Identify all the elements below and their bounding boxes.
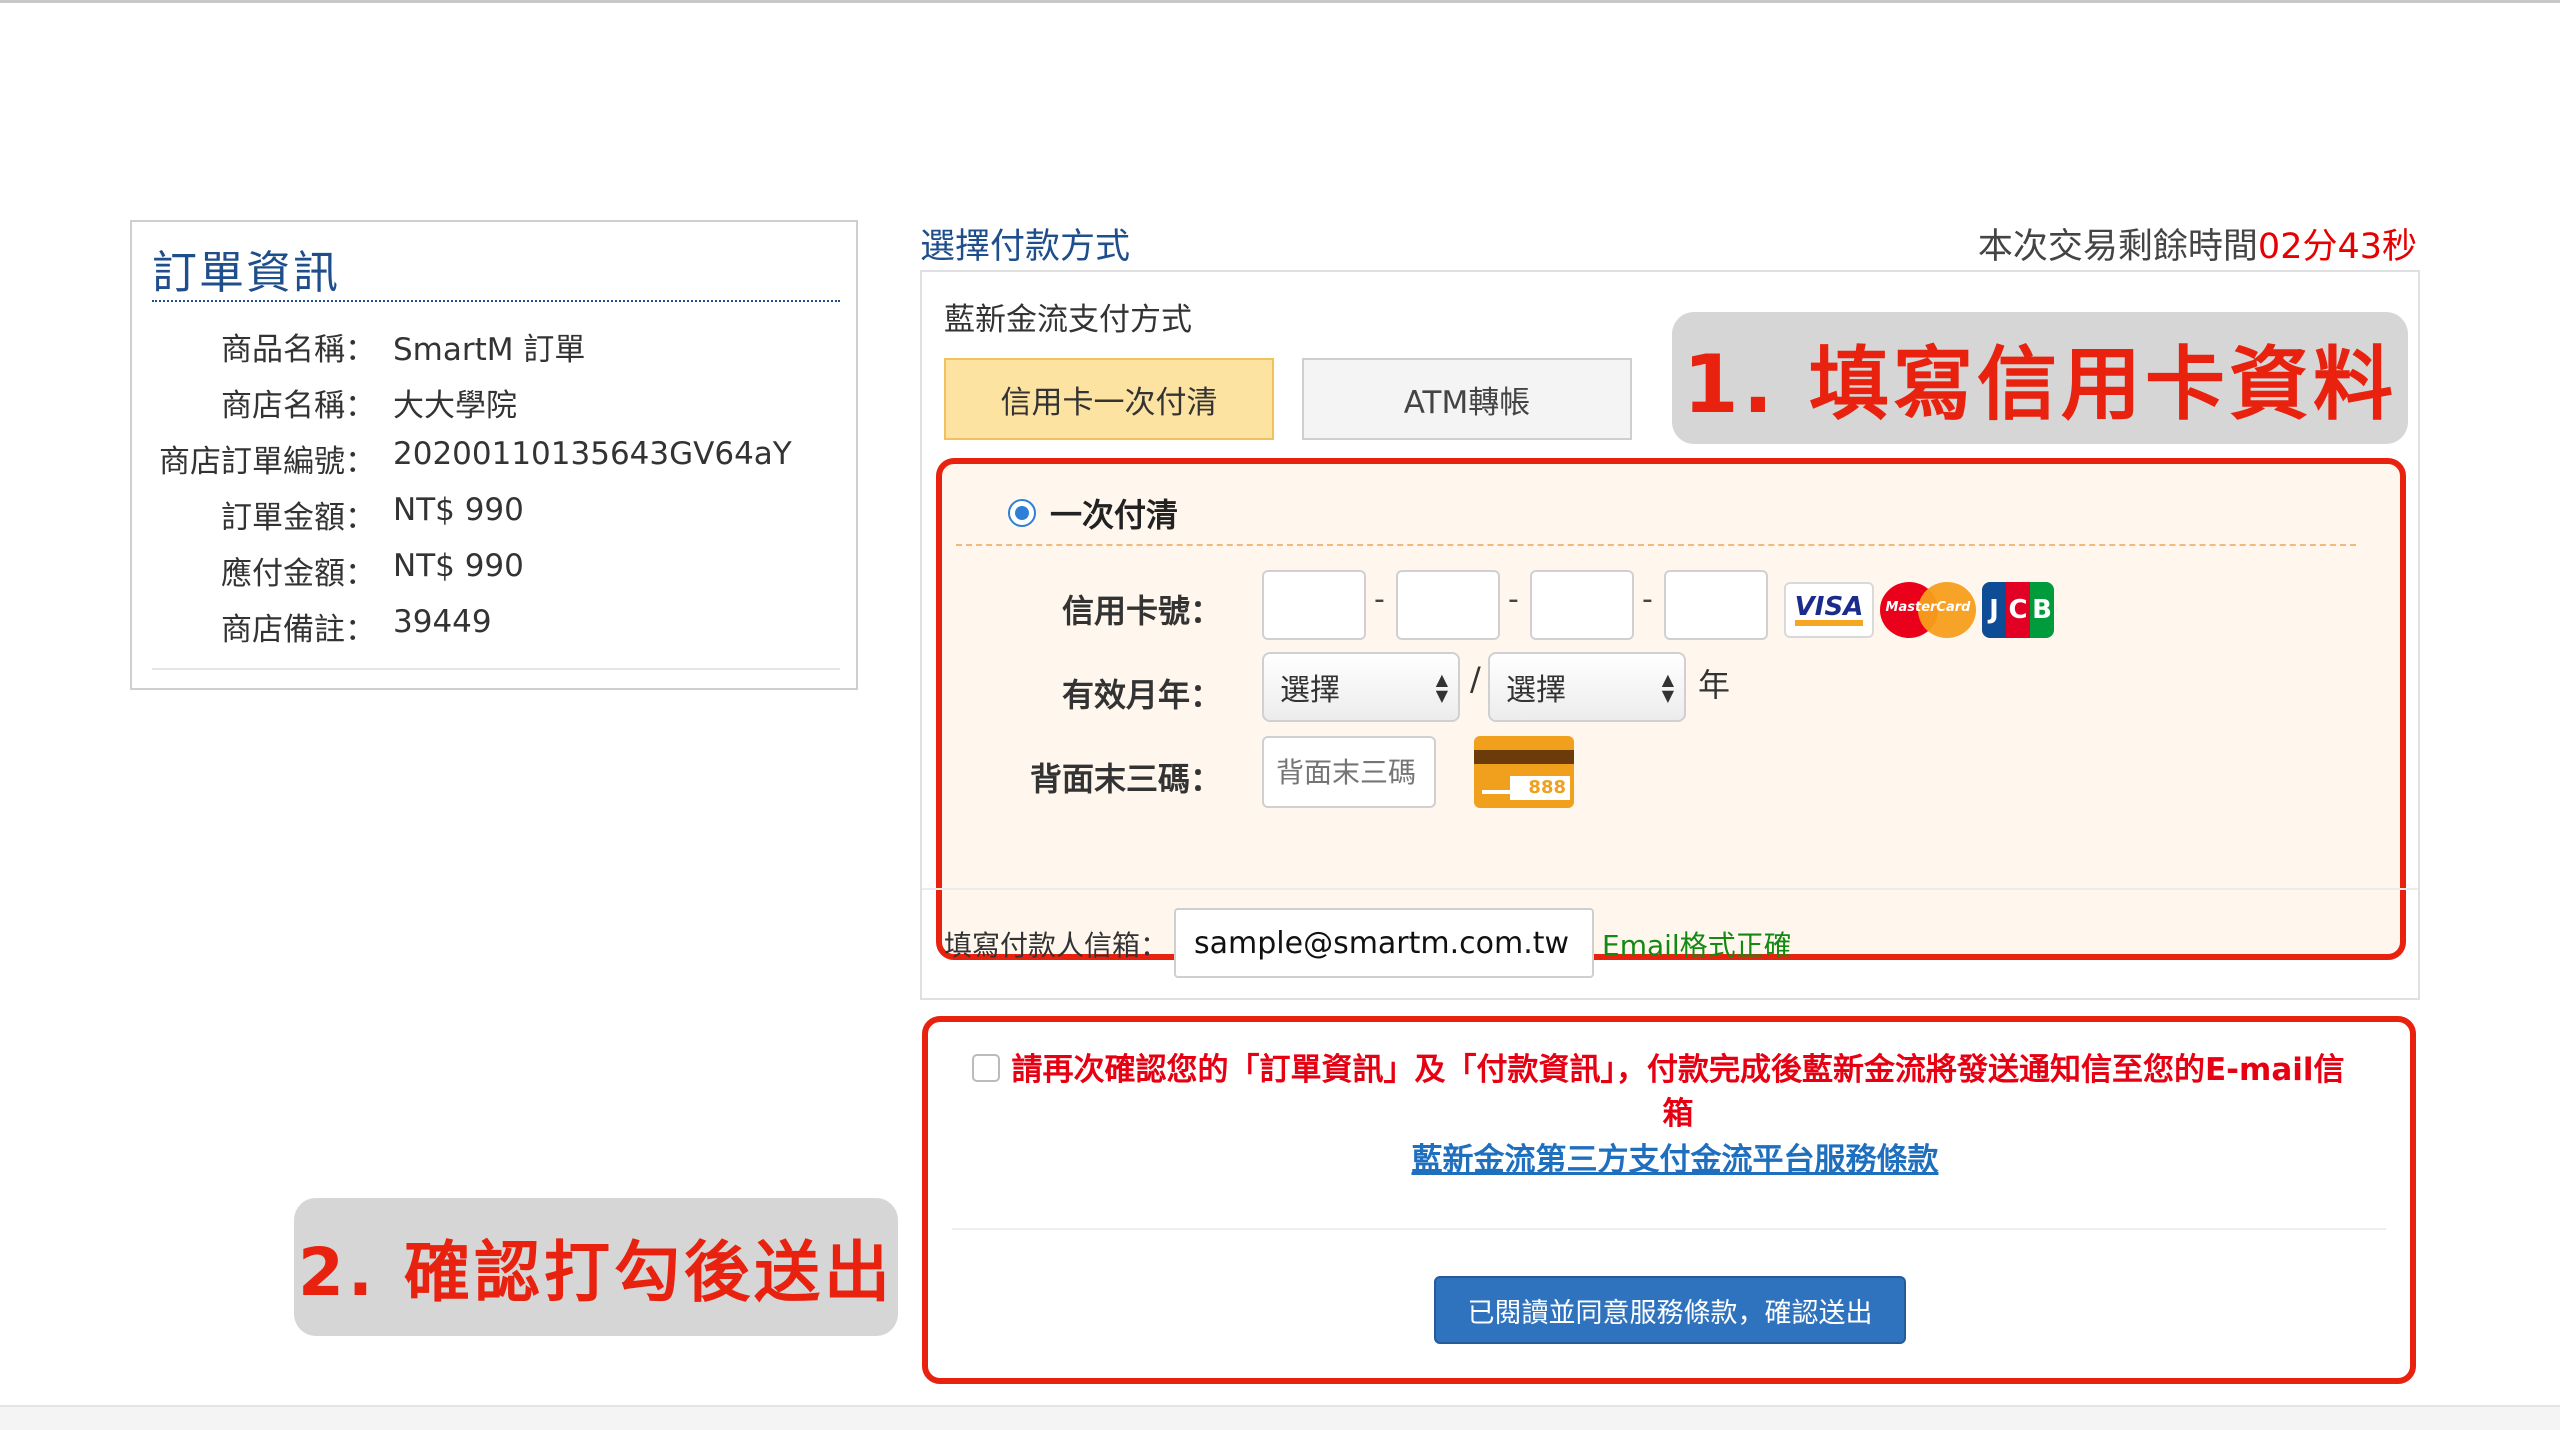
order-row-label: 商店備註：: [221, 612, 376, 648]
card-number-input-3[interactable]: [1530, 570, 1634, 640]
order-row-value: NT$ 990: [393, 492, 524, 528]
order-row-note: 商店備註： 39449: [132, 594, 856, 650]
expiry-year-value: 選擇: [1506, 673, 1566, 708]
agree-checkbox[interactable]: [972, 1054, 1000, 1082]
order-info-title: 訂單資訊: [152, 246, 341, 299]
order-row-value: 大大學院: [393, 388, 517, 424]
visa-logo-icon: VISA: [1784, 582, 1874, 638]
select-arrows-icon: ▲ ▼: [1661, 670, 1674, 705]
payer-email-input[interactable]: [1174, 908, 1594, 978]
expiry-label: 有效月年：: [1061, 676, 1222, 714]
jcb-logo-icon: JCB: [1982, 582, 2054, 638]
radio-selected-icon[interactable]: [1008, 499, 1036, 527]
card-number-label: 信用卡號：: [1061, 592, 1222, 630]
order-row-label: 商品名稱：: [221, 332, 376, 368]
top-border: [0, 0, 2560, 3]
tab-credit-card[interactable]: 信用卡一次付清: [944, 358, 1274, 440]
order-row-value: SmartM 訂單: [393, 332, 586, 368]
email-valid-status: Email格式正確: [1602, 929, 1792, 962]
cvc-label: 背面末三碼：: [1029, 760, 1222, 798]
one-time-payment-label: 一次付清: [1050, 496, 1179, 534]
card-number-input-2[interactable]: [1396, 570, 1500, 640]
timer-value: 02分43秒: [2257, 227, 2417, 267]
select-arrows-icon: ▲ ▼: [1435, 670, 1448, 705]
order-row-value: NT$ 990: [393, 548, 524, 584]
expiry-separator: /: [1470, 660, 1481, 698]
terms-of-service-link[interactable]: 藍新金流第三方支付金流平台服務條款: [928, 1134, 2422, 1179]
order-row-order-number: 商店訂單編號： 20200110135643GV64aY: [132, 426, 856, 482]
transaction-timer: 本次交易剩餘時間02分43秒: [1978, 218, 2417, 269]
order-row-label: 應付金額：: [221, 556, 376, 592]
order-row-value: 20200110135643GV64aY: [393, 436, 792, 472]
order-row-label: 商店訂單編號：: [159, 444, 376, 480]
year-suffix: 年: [1698, 666, 1731, 704]
dashed-divider: [956, 544, 2356, 546]
order-row-amount: 訂單金額： NT$ 990: [132, 482, 856, 538]
expiry-year-select[interactable]: 選擇 ▲ ▼: [1488, 652, 1686, 722]
confirm-divider: [952, 1228, 2386, 1230]
card-number-separator: -: [1642, 582, 1653, 617]
expiry-month-value: 選擇: [1280, 673, 1340, 708]
confirm-notice-text: 請再次確認您的「訂單資訊」及「付款資訊」，付款完成後藍新金流將發送通知信至您的E…: [1011, 1052, 2345, 1132]
card-number-separator: -: [1374, 582, 1385, 617]
step1-annotation: 1. 填寫信用卡資料: [1672, 312, 2408, 444]
order-title-divider: [152, 300, 840, 302]
bottom-bar: [0, 1405, 2560, 1430]
mastercard-logo-icon: MasterCard: [1880, 582, 1976, 638]
card-number-input-1[interactable]: [1262, 570, 1366, 640]
expiry-month-select[interactable]: 選擇 ▲ ▼: [1262, 652, 1460, 722]
card-number-separator: -: [1508, 582, 1519, 617]
credit-card-form: 一次付清 信用卡號： - - - VISA MasterCard JCB 有效月…: [936, 458, 2406, 960]
order-row-product: 商品名稱： SmartM 訂單: [132, 314, 856, 370]
cvc-input[interactable]: [1262, 736, 1436, 808]
order-row-label: 訂單金額：: [221, 500, 376, 536]
card-back-icon: 888: [1474, 736, 1574, 808]
card-number-input-4[interactable]: [1664, 570, 1768, 640]
one-time-payment-option[interactable]: 一次付清: [1008, 490, 1178, 536]
timer-label: 本次交易剩餘時間: [1977, 227, 2258, 267]
order-row-label: 商店名稱：: [221, 388, 376, 424]
order-row-payable: 應付金額： NT$ 990: [132, 538, 856, 594]
order-bottom-divider: [152, 668, 840, 670]
provider-label: 藍新金流支付方式: [944, 302, 1192, 338]
confirm-submit-button[interactable]: 已閱讀並同意服務條款，確認送出: [1434, 1276, 1906, 1344]
order-row-value: 39449: [393, 604, 492, 640]
tab-atm-transfer[interactable]: ATM轉帳: [1302, 358, 1632, 440]
email-divider: [922, 888, 2418, 890]
order-info-panel: 訂單資訊 商品名稱： SmartM 訂單 商店名稱： 大大學院 商店訂單編號： …: [130, 220, 858, 690]
step2-annotation: 2. 確認打勾後送出: [294, 1198, 898, 1336]
order-row-store: 商店名稱： 大大學院: [132, 370, 856, 426]
payment-method-heading: 選擇付款方式: [920, 227, 1131, 267]
email-label: 填寫付款人信箱：: [944, 929, 1169, 962]
confirmation-box: 請再次確認您的「訂單資訊」及「付款資訊」，付款完成後藍新金流將發送通知信至您的E…: [922, 1016, 2416, 1384]
